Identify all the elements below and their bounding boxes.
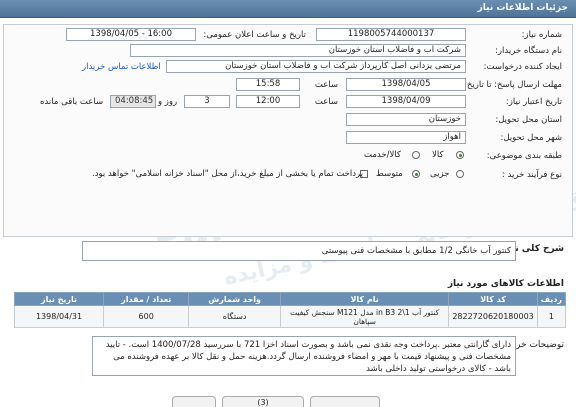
announce-field[interactable]: 1398/04/05 - 16:00 (66, 28, 196, 41)
buyer-label: نام دستگاه خریدار: (495, 46, 562, 56)
send-time-field[interactable]: 15:58 (236, 78, 300, 91)
cell-date: 1398/04/31 (13, 305, 105, 328)
days-field[interactable]: 3 (184, 95, 230, 108)
send-deadline-label: مهلت ارسال پاسخ: تا تاریخ: (464, 80, 562, 90)
col-date: تاریخ نیاز (13, 292, 105, 306)
valid-time-label: ساعت (314, 97, 338, 107)
remaining-label: ساعت باقی مانده (40, 97, 104, 107)
countdown-field: 04:08:45 (110, 95, 156, 108)
process-medium-label: متوسط (376, 169, 403, 179)
category-goods-service-label: کالا/خدمت (364, 150, 401, 160)
send-date-field[interactable]: 1398/04/05 (346, 78, 466, 91)
need-number-label: شماره نیاز: (521, 30, 562, 40)
valid-time-field[interactable]: 12:00 (236, 95, 300, 108)
process-small-radio[interactable] (456, 170, 464, 178)
col-qty: تعداد / مقدار (103, 292, 190, 306)
buyer-contact-link[interactable]: اطلاعات تماس خریدار (82, 62, 161, 72)
cell-qty: 600 (103, 305, 190, 328)
col-code: کد کالا (448, 292, 538, 306)
items-header-row: ردیف کد کالا نام کالا واحد شمارش تعداد /… (13, 292, 567, 306)
creator-label: ایجاد کننده درخواست: (483, 62, 562, 72)
process-small-label: جزیی (430, 169, 450, 179)
col-row: ردیف (536, 292, 567, 306)
send-time-label: ساعت (314, 80, 338, 90)
items-table: ردیف کد کالا نام کالا واحد شمارش تعداد /… (13, 292, 567, 328)
treasury-note: پرداخت تمام یا بخشی از مبلغ خرید،از محل … (92, 169, 364, 179)
city-field[interactable]: اهواز (346, 131, 466, 144)
category-label: طبقه بندی موضوعی: (486, 151, 562, 161)
cell-row: 1 (536, 305, 567, 328)
cell-code: 2822720620180003 (448, 305, 538, 328)
province-label: استان محل تحویل: (495, 115, 562, 125)
notes-field: دارای گارانتی معتبر .پرداخت وجه نقدی نمی… (92, 336, 516, 376)
valid-label: تاریخ اعتبار نیاز: (505, 97, 562, 107)
category-goods-label: کالا (432, 150, 444, 160)
cell-unit: دستگاه (188, 305, 281, 328)
announce-label: تاریخ و ساعت اعلان عمومی: (203, 30, 306, 40)
province-field[interactable]: خوزستان (346, 113, 466, 126)
buyer-field[interactable]: شرکت آب و فاضلاب استان خوزستان (130, 44, 466, 57)
summary-field[interactable]: کنتور آب خانگی 1/2 مطابق با مشخصات فنی پ… (82, 241, 516, 261)
col-unit: واحد شمارش (188, 292, 281, 306)
valid-date-field[interactable]: 1398/04/09 (346, 95, 466, 108)
category-goods-service-radio[interactable] (412, 151, 420, 159)
items-section-title: اطلاعات کالاهای مورد نیاز (447, 279, 564, 289)
cell-name: کنتور آب 1\2 in B3 مدل M121 سنجش کیفیت س… (279, 305, 450, 328)
need-number-field[interactable]: 1198005744000137 (316, 28, 466, 41)
footer-button-left[interactable] (172, 396, 216, 407)
page-title: جزئیات اطلاعات نیاز (477, 3, 568, 13)
page-header: جزئیات اطلاعات نیاز (0, 0, 576, 18)
footer-button-right[interactable] (310, 396, 380, 407)
city-label: شهر محل تحویل: (500, 133, 562, 143)
process-medium-radio[interactable] (412, 170, 420, 178)
table-row[interactable]: 1 2822720620180003 کنتور آب 1\2 in B3 مد… (13, 305, 567, 328)
footer-button-attachments[interactable]: (3) (222, 396, 304, 407)
col-name: نام کالا (279, 292, 450, 306)
category-goods-radio[interactable] (456, 151, 464, 159)
days-label: روز و (158, 97, 178, 107)
process-label: نوع فرآیند خرید : (501, 170, 562, 180)
creator-field[interactable]: مرتضی یزدانی اصل کارپرداز شرکت آب و فاضل… (166, 60, 466, 73)
